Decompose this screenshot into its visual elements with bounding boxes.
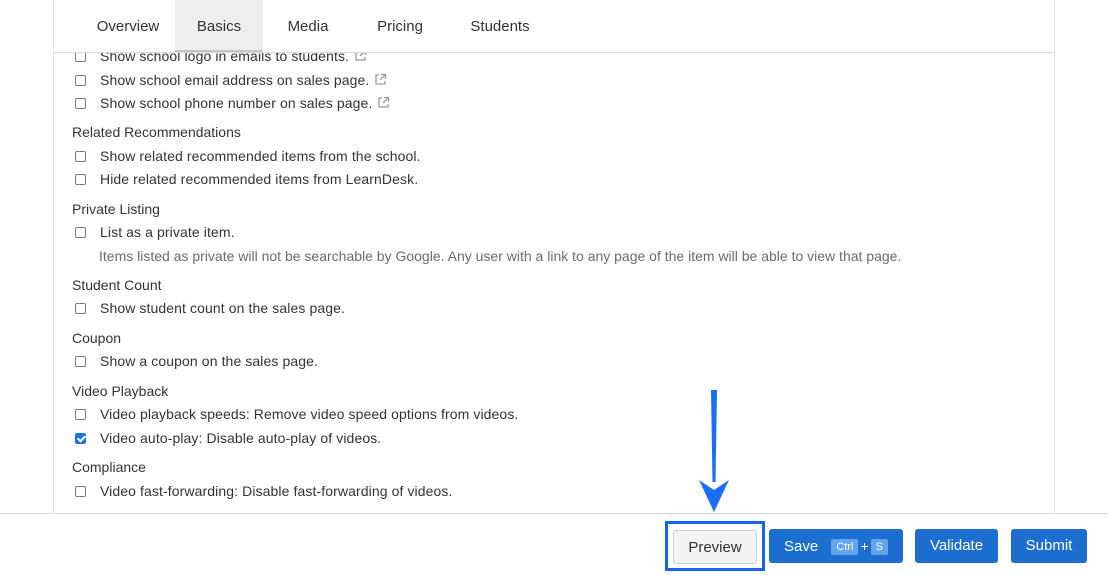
tab-media[interactable]: Media [266, 0, 350, 52]
setting-label: Show a coupon on the sales page. [100, 353, 319, 369]
shortcut-key-ctrl: Ctrl [831, 539, 859, 555]
checkbox[interactable] [75, 151, 86, 162]
action-footer: Preview Save Ctrl + S Validate Submit [0, 513, 1108, 575]
checkbox[interactable] [75, 174, 86, 185]
setting-label: List as a private item. [100, 224, 235, 240]
external-link-icon[interactable] [377, 96, 390, 109]
tab-basics[interactable]: Basics [175, 0, 263, 52]
setting-label: Video playback speeds: Remove video spee… [100, 406, 519, 422]
shortcut-plus: + [860, 538, 869, 554]
tab-pricing[interactable]: Pricing [354, 0, 446, 52]
basics-settings: Show school logo in emails to students. … [54, 0, 1054, 513]
setting-label: Show student count on the sales page. [100, 300, 345, 316]
external-link-icon[interactable] [374, 73, 387, 86]
setting-label: Show related recommended items from the … [100, 148, 421, 164]
setting-label: Video fast-forwarding: Disable fast-forw… [100, 483, 453, 499]
checkbox[interactable] [75, 486, 86, 497]
checkbox[interactable] [75, 98, 86, 109]
checkbox[interactable] [75, 75, 86, 86]
tab-overview[interactable]: Overview [72, 0, 184, 52]
shortcut-key-s: S [870, 539, 888, 555]
down-arrow-annotation [699, 390, 729, 512]
preview-button[interactable]: Preview [673, 530, 757, 564]
tab-bar: Overview Basics Media Pricing Students [54, 0, 1054, 53]
section-student-count: Student Count [72, 277, 162, 293]
section-coupon: Coupon [72, 330, 122, 346]
setting-label: Show school email address on sales page. [100, 72, 370, 88]
checkbox[interactable] [75, 227, 86, 238]
setting-label: Hide related recommended items from Lear… [100, 171, 419, 187]
settings-panel: Show school logo in emails to students. … [53, 0, 1055, 513]
section-private-listing: Private Listing [72, 201, 160, 217]
section-related-recommendations: Related Recommendations [72, 124, 241, 140]
section-compliance: Compliance [72, 459, 146, 475]
tab-students[interactable]: Students [454, 0, 546, 52]
save-button[interactable]: Save Ctrl + S [769, 529, 903, 563]
setting-label: Show school phone number on sales page. [100, 95, 373, 111]
checkbox[interactable] [75, 303, 86, 314]
submit-button[interactable]: Submit [1011, 529, 1087, 563]
checkbox-checked[interactable] [75, 433, 86, 444]
checkbox[interactable] [75, 409, 86, 420]
setting-label: Video auto-play: Disable auto-play of vi… [100, 430, 382, 446]
checkbox[interactable] [75, 356, 86, 367]
private-listing-note: Items listed as private will not be sear… [99, 248, 902, 264]
validate-button[interactable]: Validate [915, 529, 998, 563]
save-label: Save [783, 538, 819, 555]
section-video-playback: Video Playback [72, 383, 169, 399]
